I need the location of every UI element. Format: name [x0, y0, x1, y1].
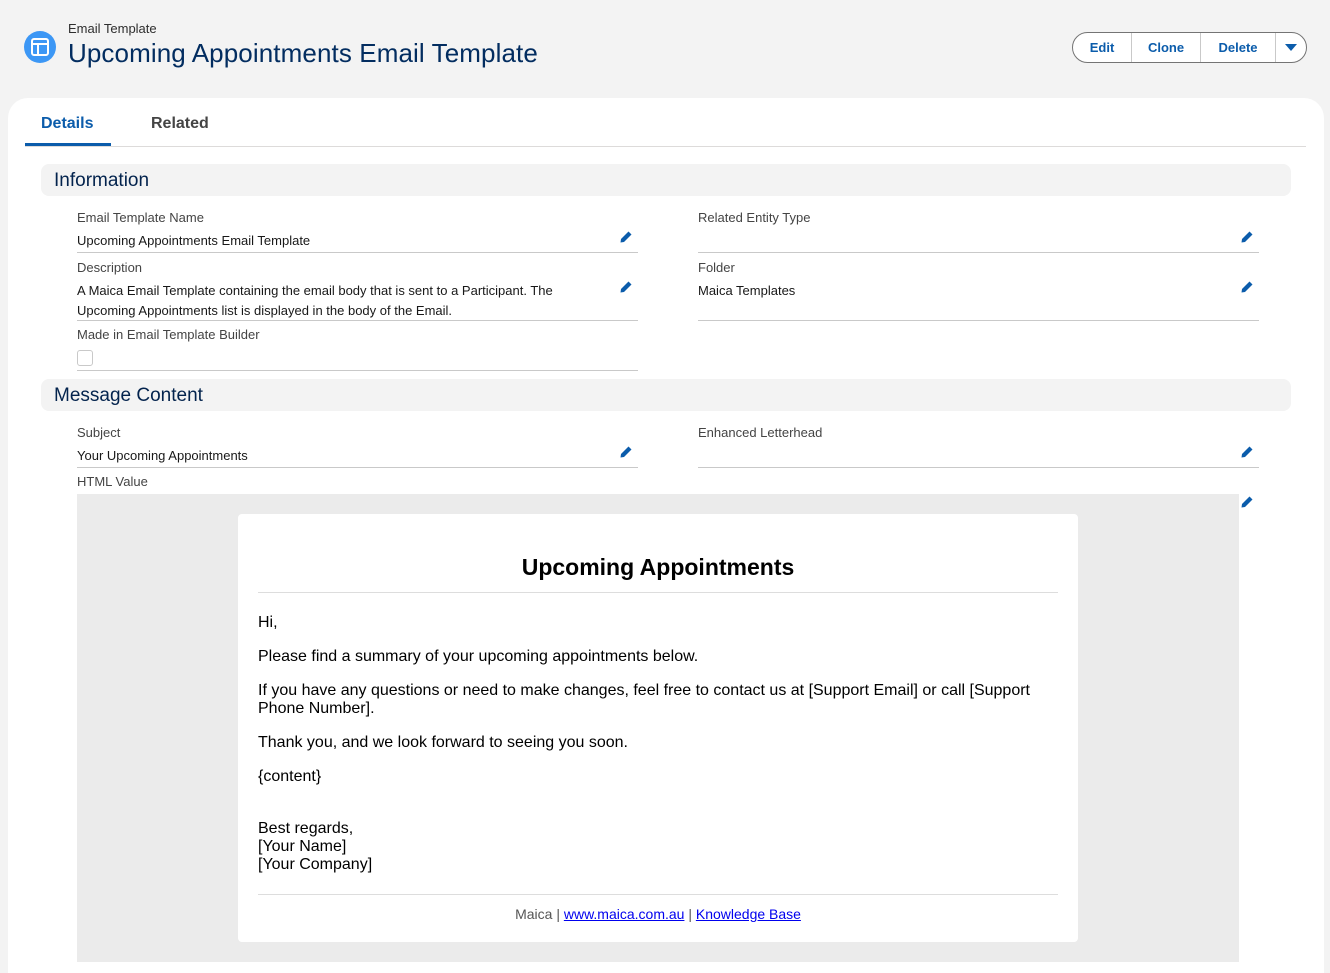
made-in-builder-checkbox[interactable] — [77, 350, 93, 366]
chevron-down-icon — [1285, 43, 1297, 51]
section-information-header[interactable]: Information — [41, 164, 1291, 196]
field-value: Your Upcoming Appointments — [77, 448, 248, 463]
field-label: Description — [77, 260, 143, 275]
email-greeting: Hi, — [258, 614, 278, 631]
field-label: Subject — [77, 425, 121, 440]
field-enhanced-letterhead: Enhanced Letterhead — [698, 425, 1259, 468]
field-label-html-value: HTML Value — [77, 474, 148, 489]
record-detail-card: Details Related Information Email Templa… — [8, 98, 1324, 973]
field-value: Maica Templates — [698, 283, 796, 298]
more-actions-button[interactable] — [1276, 33, 1306, 62]
tab-bar: Details Related — [25, 98, 1306, 147]
pencil-icon[interactable] — [1240, 230, 1254, 244]
pencil-icon[interactable] — [619, 230, 633, 244]
field-description: Description A Maica Email Template conta… — [77, 260, 638, 321]
field-email-template-name: Email Template Name Upcoming Appointment… — [77, 210, 638, 253]
page-title: Upcoming Appointments Email Template — [68, 38, 538, 68]
email-sign-name: [Your Name] — [258, 838, 347, 855]
footer-brand: Maica — [515, 906, 553, 922]
pencil-icon[interactable] — [1240, 445, 1254, 459]
pencil-icon[interactable] — [1240, 280, 1254, 294]
email-sign-company: [Your Company] — [258, 856, 373, 873]
website-link[interactable]: www.maica.com.au — [564, 906, 685, 922]
footer-separator: | — [556, 906, 560, 922]
field-label: Email Template Name — [77, 210, 204, 225]
email-paragraph: Please find a summary of your upcoming a… — [258, 648, 699, 665]
section-message-content-header[interactable]: Message Content — [41, 379, 1291, 411]
knowledge-base-link[interactable]: Knowledge Base — [696, 906, 801, 922]
field-value: A Maica Email Template containing the em… — [77, 283, 553, 318]
page-header: Email Template Upcoming Appointments Ema… — [0, 0, 1330, 98]
field-subject: Subject Your Upcoming Appointments — [77, 425, 638, 468]
field-label: Folder — [698, 260, 735, 275]
pencil-icon[interactable] — [1240, 495, 1254, 509]
field-label: Related Entity Type — [698, 210, 811, 225]
clone-button[interactable]: Clone — [1132, 33, 1201, 62]
html-value-preview: Upcoming Appointments Hi, Please find a … — [77, 494, 1239, 962]
divider — [258, 894, 1058, 895]
tab-details[interactable]: Details — [41, 115, 93, 133]
email-template-icon — [24, 31, 56, 63]
pencil-icon[interactable] — [619, 445, 633, 459]
email-footer: Maica | www.maica.com.au | Knowledge Bas… — [238, 906, 1078, 922]
active-tab-indicator — [25, 143, 111, 146]
email-paragraph: Thank you, and we look forward to seeing… — [258, 734, 628, 751]
tab-related[interactable]: Related — [151, 115, 209, 133]
field-value: Upcoming Appointments Email Template — [77, 233, 311, 248]
section-title: Message Content — [54, 385, 203, 406]
field-made-in-builder: Made in Email Template Builder — [77, 327, 638, 371]
field-related-entity-type: Related Entity Type — [698, 210, 1259, 253]
email-paragraph: If you have any questions or need to mak… — [258, 682, 1030, 717]
field-label: Made in Email Template Builder — [77, 327, 260, 342]
delete-button[interactable]: Delete — [1201, 33, 1276, 62]
divider — [258, 592, 1058, 593]
record-actions: Edit Clone Delete — [1072, 32, 1307, 63]
email-body: Upcoming Appointments Hi, Please find a … — [238, 514, 1078, 942]
edit-button[interactable]: Edit — [1073, 33, 1132, 62]
field-folder: Folder Maica Templates — [698, 260, 1259, 321]
field-label: Enhanced Letterhead — [698, 425, 823, 440]
object-type-label: Email Template — [68, 21, 157, 36]
content-token: {content} — [258, 768, 322, 785]
section-title: Information — [54, 170, 150, 191]
pencil-icon[interactable] — [619, 280, 633, 294]
email-signoff: Best regards, — [258, 820, 354, 837]
email-heading: Upcoming Appointments — [521, 554, 795, 580]
footer-separator: | — [688, 906, 692, 922]
